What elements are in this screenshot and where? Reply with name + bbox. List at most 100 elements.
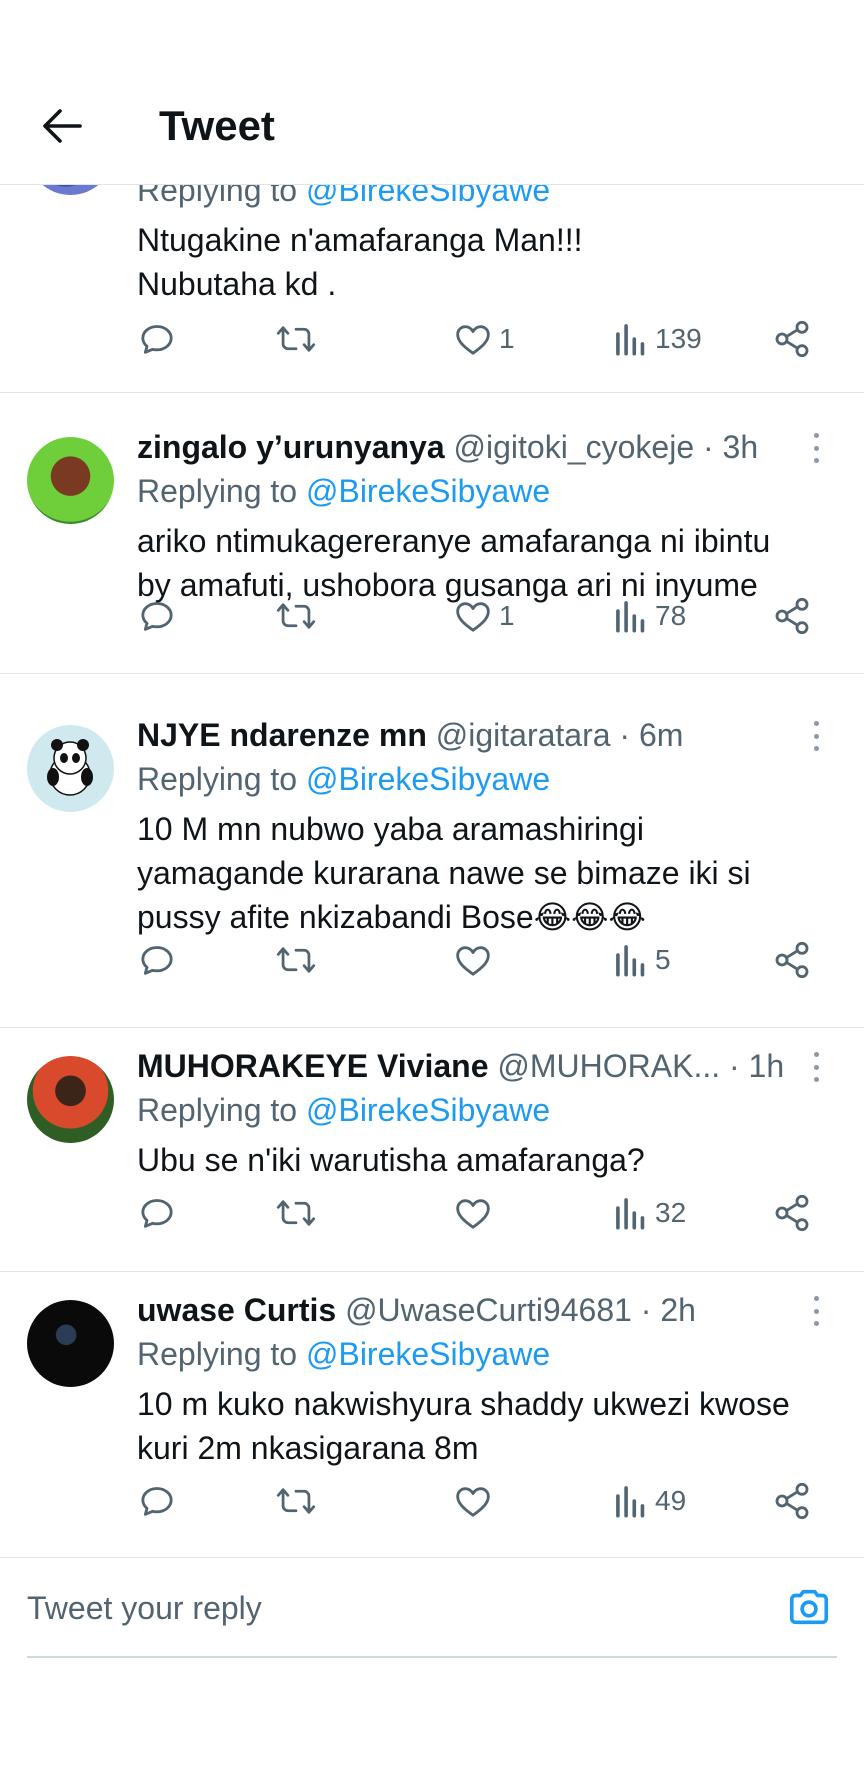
more-options-button[interactable] xyxy=(806,1296,826,1326)
retweet-button[interactable] xyxy=(275,1188,317,1238)
views-button[interactable]: 139 xyxy=(613,314,702,364)
retweet-button[interactable] xyxy=(275,935,317,985)
replying-to: Replying to @BirekeSibyawe xyxy=(137,469,824,513)
mention-link[interactable]: @BirekeSibyawe xyxy=(306,184,550,208)
display-name[interactable]: MUHORAKEYE Viviane xyxy=(137,1048,489,1084)
retweet-button[interactable] xyxy=(275,314,317,364)
tweet-author[interactable]: zingalo y’urunyanya @igitoki_cyokeje · 3… xyxy=(137,425,824,469)
tweet-author[interactable]: MUHORAKEYE Viviane @MUHORAK... · 1h xyxy=(137,1044,824,1088)
heart-icon xyxy=(456,946,490,976)
tweet[interactable]: MUHORAKEYE Viviane @MUHORAK... · 1h Repl… xyxy=(0,1028,864,1272)
back-arrow-icon xyxy=(43,109,82,143)
tweet-text: Ntugakine n'amafaranga Man!!! Nubutaha k… xyxy=(137,222,583,302)
mention-link[interactable]: @BirekeSibyawe xyxy=(306,1336,550,1372)
handle: @MUHORAK... · 1h xyxy=(497,1048,785,1084)
share-icon xyxy=(775,1194,809,1232)
reply-icon xyxy=(141,946,173,975)
replying-to: Replying to @BirekeSibyawe xyxy=(137,184,824,212)
retweet-icon xyxy=(276,326,316,352)
share-button[interactable] xyxy=(772,1476,812,1526)
retweet-icon xyxy=(276,1488,316,1514)
retweet-button[interactable] xyxy=(275,1476,317,1526)
tweet-actions: 49 xyxy=(137,1476,817,1526)
tweet-actions: 32 xyxy=(137,1188,817,1238)
tweet[interactable]: Replying to @BirekeSibyawe Ntugakine n'a… xyxy=(0,184,864,393)
like-button[interactable] xyxy=(453,1188,499,1238)
view-count: 32 xyxy=(655,1197,687,1228)
back-button[interactable] xyxy=(36,100,88,152)
tweet-text: 10 M mn nubwo yaba aramashiringi yamagan… xyxy=(137,811,751,935)
avatar[interactable] xyxy=(27,1056,114,1143)
views-button[interactable]: 32 xyxy=(613,1188,686,1238)
reply-icon xyxy=(141,602,173,631)
reply-icon xyxy=(141,325,173,354)
replying-prefix: Replying to xyxy=(137,473,298,509)
reply-input[interactable] xyxy=(27,1560,837,1658)
like-button[interactable] xyxy=(453,935,499,985)
reply-button[interactable] xyxy=(137,1476,177,1526)
like-count: 1 xyxy=(499,600,515,631)
camera-button[interactable] xyxy=(786,1584,832,1630)
more-options-button[interactable] xyxy=(806,721,826,751)
mention-link[interactable]: @BirekeSibyawe xyxy=(306,1092,550,1128)
avatar[interactable] xyxy=(27,1300,114,1387)
views-icon xyxy=(616,601,645,633)
share-button[interactable] xyxy=(772,935,812,985)
more-icon xyxy=(813,721,819,726)
handle: @UwaseCurti94681 · 2h xyxy=(345,1292,696,1328)
views-button[interactable]: 78 xyxy=(613,591,686,641)
like-button[interactable]: 1 xyxy=(453,591,515,641)
reply-composer xyxy=(0,1560,864,1660)
replying-prefix: Replying to xyxy=(137,1336,298,1372)
display-name[interactable]: zingalo y’urunyanya xyxy=(137,429,445,465)
avatar[interactable] xyxy=(27,725,114,812)
tweet[interactable]: NJYE ndarenze mn @igitaratara · 6m Reply… xyxy=(0,697,864,1028)
page-title: Tweet xyxy=(159,102,275,149)
reply-button[interactable] xyxy=(137,935,177,985)
retweet-button[interactable] xyxy=(275,591,317,641)
more-options-button[interactable] xyxy=(806,433,826,463)
view-count: 49 xyxy=(655,1485,687,1516)
heart-icon xyxy=(456,325,490,355)
views-icon xyxy=(616,324,645,356)
share-button[interactable] xyxy=(772,314,812,364)
share-button[interactable] xyxy=(772,591,812,641)
more-options-button[interactable] xyxy=(806,1052,826,1082)
tweet[interactable]: uwase Curtis @UwaseCurti94681 · 2h Reply… xyxy=(0,1272,864,1558)
tweet[interactable]: zingalo y’urunyanya @igitoki_cyokeje · 3… xyxy=(0,409,864,674)
more-icon xyxy=(813,1296,819,1301)
view-count: 78 xyxy=(655,600,687,631)
replies-feed[interactable]: Replying to @BirekeSibyawe Ntugakine n'a… xyxy=(0,184,864,1558)
reply-button[interactable] xyxy=(137,591,177,641)
heart-icon xyxy=(456,602,490,632)
view-count: 139 xyxy=(655,323,702,354)
avatar[interactable] xyxy=(27,184,114,195)
retweet-icon xyxy=(276,947,316,973)
heart-icon xyxy=(456,1199,490,1229)
tweet-author[interactable]: uwase Curtis @UwaseCurti94681 · 2h xyxy=(137,1288,824,1332)
display-name[interactable]: uwase Curtis xyxy=(137,1292,336,1328)
display-name[interactable]: NJYE ndarenze mn xyxy=(137,717,427,753)
reply-button[interactable] xyxy=(137,314,177,364)
share-button[interactable] xyxy=(772,1188,812,1238)
replying-prefix: Replying to xyxy=(137,1092,298,1128)
avatar[interactable] xyxy=(27,437,114,524)
share-icon xyxy=(775,941,809,979)
views-icon xyxy=(616,945,645,977)
tweet-actions: 1 78 xyxy=(137,591,817,641)
mention-link[interactable]: @BirekeSibyawe xyxy=(306,473,550,509)
replying-prefix: Replying to xyxy=(137,184,298,208)
like-button[interactable]: 1 xyxy=(453,314,515,364)
views-button[interactable]: 5 xyxy=(613,935,671,985)
replying-to: Replying to @BirekeSibyawe xyxy=(137,1332,824,1376)
like-button[interactable] xyxy=(453,1476,499,1526)
tweet-author[interactable]: NJYE ndarenze mn @igitaratara · 6m xyxy=(137,713,824,757)
view-count: 5 xyxy=(655,944,671,975)
camera-icon xyxy=(789,1589,829,1625)
views-button[interactable]: 49 xyxy=(613,1476,686,1526)
mention-link[interactable]: @BirekeSibyawe xyxy=(306,761,550,797)
retweet-icon xyxy=(276,603,316,629)
reply-button[interactable] xyxy=(137,1188,177,1238)
like-count: 1 xyxy=(499,323,515,354)
views-icon xyxy=(616,1486,645,1518)
